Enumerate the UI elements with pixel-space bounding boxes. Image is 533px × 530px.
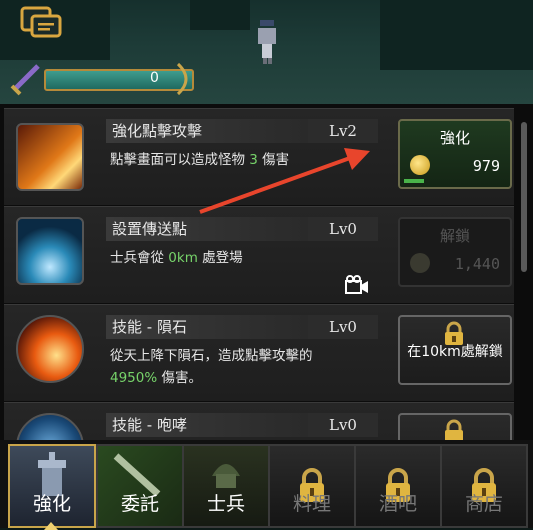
desc-value: 4950% (110, 370, 158, 386)
desc-value: 3 (249, 152, 258, 168)
tab-label: 強化 (32, 493, 71, 515)
skill-row: 強化點擊攻擊 Lv2 點擊畫面可以造成怪物 3 傷害 強化 979 (4, 108, 514, 205)
desc-text: 點擊畫面可以造成怪物 (110, 152, 250, 168)
tab-tavern[interactable]: 酒吧 (354, 444, 442, 528)
unlock-button[interactable]: 解鎖 1,440 (398, 217, 512, 287)
active-indicator (44, 522, 58, 530)
tab-label: 商店 (464, 493, 503, 515)
unlock-button-label: 解鎖 (439, 227, 470, 245)
desc-text: 從天上降下隕石，造成點擊攻擊的 (110, 348, 313, 364)
skill-title: 技能 - 咆哮 (106, 413, 308, 437)
tab-upgrade[interactable]: 強化 (8, 444, 96, 530)
tab-label: 料理 (292, 493, 331, 515)
score-value: 0 (150, 70, 159, 86)
skill-row: 設置傳送點 Lv0 士兵會從 0km 處登場 解鎖 1,440 (4, 206, 514, 303)
progress-bar (8, 60, 196, 98)
tab-label: 委託 (120, 493, 159, 515)
tree-canopy (380, 0, 533, 70)
skill-level: Lv0 (308, 413, 378, 437)
progress-fill (404, 179, 424, 183)
scrollbar[interactable] (521, 122, 527, 272)
skill-level: Lv0 (308, 217, 378, 241)
portal-skill-icon (16, 217, 84, 285)
strike-skill-icon (16, 123, 84, 191)
soldier-helmet-icon (212, 464, 240, 488)
desc-text: 處登場 (197, 250, 243, 266)
skill-level: Lv0 (308, 315, 378, 339)
desc-text: 傷害。 (157, 370, 202, 386)
desc-text: 傷害 (257, 152, 290, 168)
skill-title: 強化點擊攻擊 (106, 119, 308, 143)
meteor-skill-icon (16, 315, 84, 383)
skill-description: 從天上降下隕石，造成點擊攻擊的 4950% 傷害。 (110, 345, 313, 389)
tree-canopy (190, 0, 250, 30)
skill-level: Lv2 (308, 119, 378, 143)
skill-title: 技能 - 隕石 (106, 315, 308, 339)
skill-description: 士兵會從 0km 處登場 (110, 247, 243, 269)
tab-soldier[interactable]: 士兵 (182, 444, 270, 528)
skill-description: 點擊畫面可以造成怪物 3 傷害 (110, 149, 289, 171)
desc-value: 0km (168, 250, 198, 266)
tab-cooking[interactable]: 料理 (268, 444, 356, 528)
tab-label: 酒吧 (378, 493, 417, 515)
skill-row: 技能 - 隕石 Lv0 從天上降下隕石，造成點擊攻擊的 4950% 傷害。 在10… (4, 304, 514, 401)
desc-text: 士兵會從 (110, 250, 169, 266)
skill-title: 設置傳送點 (106, 217, 308, 241)
locked-button[interactable]: 在10km處解鎖 (398, 315, 512, 385)
video-camera-icon[interactable] (344, 275, 370, 295)
skill-row: 技能 - 咆哮 Lv0 (4, 402, 514, 444)
progress-fill (44, 69, 194, 91)
unlock-cost: 1,440 (454, 255, 500, 273)
tab-label: 士兵 (206, 493, 245, 515)
knight-sprite (258, 20, 276, 64)
upgrade-panel: 強化點擊攻擊 Lv2 點擊畫面可以造成怪物 3 傷害 強化 979 設置傳送點 … (0, 104, 533, 444)
upgrade-cost: 979 (472, 157, 500, 175)
locked-button-label: 在10km處解鎖 (407, 344, 503, 360)
upgrade-button[interactable]: 強化 979 (398, 119, 512, 189)
upgrade-button-label: 強化 (439, 129, 470, 147)
sword-icon (10, 64, 40, 96)
tab-shop[interactable]: 商店 (440, 444, 528, 528)
chat-icon[interactable] (20, 6, 62, 42)
bar-ornament-icon (176, 62, 188, 96)
coin-icon (410, 155, 430, 175)
bottom-tab-bar: 強化 委託 士兵 料理 酒吧 商店 (0, 440, 533, 530)
tab-commission[interactable]: 委託 (96, 444, 184, 528)
coin-icon (410, 253, 430, 273)
